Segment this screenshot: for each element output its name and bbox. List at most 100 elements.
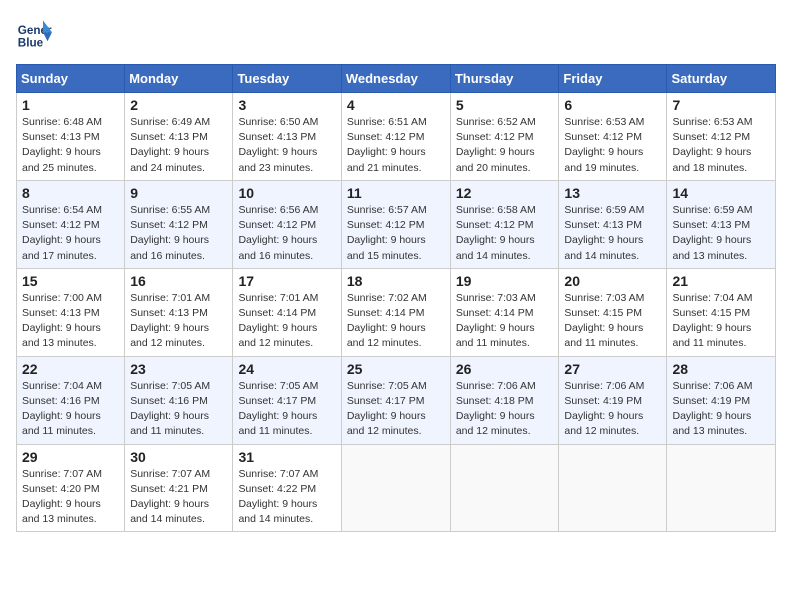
day-number: 8 [22, 185, 119, 201]
calendar-cell: 25 Sunrise: 7:05 AMSunset: 4:17 PMDaylig… [341, 356, 450, 444]
day-info: Sunrise: 6:58 AMSunset: 4:12 PMDaylight:… [456, 203, 554, 264]
day-info: Sunrise: 6:59 AMSunset: 4:13 PMDaylight:… [672, 203, 770, 264]
weekday-header-friday: Friday [559, 65, 667, 93]
calendar-cell: 13 Sunrise: 6:59 AMSunset: 4:13 PMDaylig… [559, 180, 667, 268]
day-number: 25 [347, 361, 445, 377]
day-info: Sunrise: 7:05 AMSunset: 4:16 PMDaylight:… [130, 379, 227, 440]
day-info: Sunrise: 6:53 AMSunset: 4:12 PMDaylight:… [564, 115, 661, 176]
day-info: Sunrise: 7:07 AMSunset: 4:22 PMDaylight:… [238, 467, 335, 528]
calendar-cell: 26 Sunrise: 7:06 AMSunset: 4:18 PMDaylig… [450, 356, 559, 444]
calendar-cell: 3 Sunrise: 6:50 AMSunset: 4:13 PMDayligh… [233, 93, 341, 181]
calendar-cell: 24 Sunrise: 7:05 AMSunset: 4:17 PMDaylig… [233, 356, 341, 444]
weekday-header-tuesday: Tuesday [233, 65, 341, 93]
calendar-cell: 27 Sunrise: 7:06 AMSunset: 4:19 PMDaylig… [559, 356, 667, 444]
calendar-cell: 10 Sunrise: 6:56 AMSunset: 4:12 PMDaylig… [233, 180, 341, 268]
calendar-cell: 20 Sunrise: 7:03 AMSunset: 4:15 PMDaylig… [559, 268, 667, 356]
day-number: 11 [347, 185, 445, 201]
calendar-cell: 22 Sunrise: 7:04 AMSunset: 4:16 PMDaylig… [17, 356, 125, 444]
weekday-header-sunday: Sunday [17, 65, 125, 93]
weekday-header-monday: Monday [125, 65, 233, 93]
day-info: Sunrise: 7:06 AMSunset: 4:19 PMDaylight:… [564, 379, 661, 440]
day-info: Sunrise: 7:07 AMSunset: 4:20 PMDaylight:… [22, 467, 119, 528]
logo-icon: General Blue [16, 16, 52, 52]
day-number: 2 [130, 97, 227, 113]
day-number: 19 [456, 273, 554, 289]
calendar-week-5: 29 Sunrise: 7:07 AMSunset: 4:20 PMDaylig… [17, 444, 776, 532]
day-info: Sunrise: 7:01 AMSunset: 4:13 PMDaylight:… [130, 291, 227, 352]
calendar-cell: 2 Sunrise: 6:49 AMSunset: 4:13 PMDayligh… [125, 93, 233, 181]
calendar-cell: 11 Sunrise: 6:57 AMSunset: 4:12 PMDaylig… [341, 180, 450, 268]
day-info: Sunrise: 6:50 AMSunset: 4:13 PMDaylight:… [238, 115, 335, 176]
calendar-cell: 16 Sunrise: 7:01 AMSunset: 4:13 PMDaylig… [125, 268, 233, 356]
calendar-cell [341, 444, 450, 532]
day-info: Sunrise: 6:56 AMSunset: 4:12 PMDaylight:… [238, 203, 335, 264]
weekday-header-wednesday: Wednesday [341, 65, 450, 93]
day-number: 1 [22, 97, 119, 113]
calendar-cell: 21 Sunrise: 7:04 AMSunset: 4:15 PMDaylig… [667, 268, 776, 356]
calendar-week-2: 8 Sunrise: 6:54 AMSunset: 4:12 PMDayligh… [17, 180, 776, 268]
day-info: Sunrise: 7:04 AMSunset: 4:15 PMDaylight:… [672, 291, 770, 352]
calendar-week-3: 15 Sunrise: 7:00 AMSunset: 4:13 PMDaylig… [17, 268, 776, 356]
day-info: Sunrise: 6:54 AMSunset: 4:12 PMDaylight:… [22, 203, 119, 264]
calendar-cell: 1 Sunrise: 6:48 AMSunset: 4:13 PMDayligh… [17, 93, 125, 181]
calendar-week-4: 22 Sunrise: 7:04 AMSunset: 4:16 PMDaylig… [17, 356, 776, 444]
day-info: Sunrise: 7:04 AMSunset: 4:16 PMDaylight:… [22, 379, 119, 440]
day-number: 28 [672, 361, 770, 377]
day-number: 17 [238, 273, 335, 289]
calendar-cell [667, 444, 776, 532]
calendar-cell: 9 Sunrise: 6:55 AMSunset: 4:12 PMDayligh… [125, 180, 233, 268]
day-number: 16 [130, 273, 227, 289]
logo: General Blue [16, 16, 56, 52]
calendar-cell: 5 Sunrise: 6:52 AMSunset: 4:12 PMDayligh… [450, 93, 559, 181]
day-number: 14 [672, 185, 770, 201]
day-number: 29 [22, 449, 119, 465]
calendar-cell: 4 Sunrise: 6:51 AMSunset: 4:12 PMDayligh… [341, 93, 450, 181]
calendar-cell: 23 Sunrise: 7:05 AMSunset: 4:16 PMDaylig… [125, 356, 233, 444]
day-number: 31 [238, 449, 335, 465]
calendar-cell [559, 444, 667, 532]
day-number: 23 [130, 361, 227, 377]
calendar-cell: 12 Sunrise: 6:58 AMSunset: 4:12 PMDaylig… [450, 180, 559, 268]
day-number: 12 [456, 185, 554, 201]
weekday-header-thursday: Thursday [450, 65, 559, 93]
calendar-cell: 29 Sunrise: 7:07 AMSunset: 4:20 PMDaylig… [17, 444, 125, 532]
weekday-header-saturday: Saturday [667, 65, 776, 93]
calendar-week-1: 1 Sunrise: 6:48 AMSunset: 4:13 PMDayligh… [17, 93, 776, 181]
day-number: 21 [672, 273, 770, 289]
day-info: Sunrise: 7:06 AMSunset: 4:19 PMDaylight:… [672, 379, 770, 440]
weekday-header-row: SundayMondayTuesdayWednesdayThursdayFrid… [17, 65, 776, 93]
day-info: Sunrise: 6:57 AMSunset: 4:12 PMDaylight:… [347, 203, 445, 264]
day-number: 9 [130, 185, 227, 201]
calendar-cell: 17 Sunrise: 7:01 AMSunset: 4:14 PMDaylig… [233, 268, 341, 356]
calendar-cell: 8 Sunrise: 6:54 AMSunset: 4:12 PMDayligh… [17, 180, 125, 268]
day-info: Sunrise: 7:05 AMSunset: 4:17 PMDaylight:… [238, 379, 335, 440]
day-number: 3 [238, 97, 335, 113]
calendar-cell: 18 Sunrise: 7:02 AMSunset: 4:14 PMDaylig… [341, 268, 450, 356]
day-number: 20 [564, 273, 661, 289]
day-info: Sunrise: 7:01 AMSunset: 4:14 PMDaylight:… [238, 291, 335, 352]
day-info: Sunrise: 6:55 AMSunset: 4:12 PMDaylight:… [130, 203, 227, 264]
day-number: 24 [238, 361, 335, 377]
calendar-cell [450, 444, 559, 532]
day-info: Sunrise: 6:53 AMSunset: 4:12 PMDaylight:… [672, 115, 770, 176]
calendar-cell: 31 Sunrise: 7:07 AMSunset: 4:22 PMDaylig… [233, 444, 341, 532]
day-number: 27 [564, 361, 661, 377]
day-info: Sunrise: 7:07 AMSunset: 4:21 PMDaylight:… [130, 467, 227, 528]
day-number: 6 [564, 97, 661, 113]
day-number: 30 [130, 449, 227, 465]
day-info: Sunrise: 6:48 AMSunset: 4:13 PMDaylight:… [22, 115, 119, 176]
day-number: 26 [456, 361, 554, 377]
day-info: Sunrise: 7:06 AMSunset: 4:18 PMDaylight:… [456, 379, 554, 440]
calendar-table: SundayMondayTuesdayWednesdayThursdayFrid… [16, 64, 776, 532]
day-info: Sunrise: 7:02 AMSunset: 4:14 PMDaylight:… [347, 291, 445, 352]
day-info: Sunrise: 6:51 AMSunset: 4:12 PMDaylight:… [347, 115, 445, 176]
day-info: Sunrise: 7:03 AMSunset: 4:15 PMDaylight:… [564, 291, 661, 352]
calendar-cell: 30 Sunrise: 7:07 AMSunset: 4:21 PMDaylig… [125, 444, 233, 532]
day-number: 15 [22, 273, 119, 289]
day-number: 10 [238, 185, 335, 201]
day-info: Sunrise: 7:03 AMSunset: 4:14 PMDaylight:… [456, 291, 554, 352]
day-number: 5 [456, 97, 554, 113]
calendar-cell: 14 Sunrise: 6:59 AMSunset: 4:13 PMDaylig… [667, 180, 776, 268]
day-info: Sunrise: 6:49 AMSunset: 4:13 PMDaylight:… [130, 115, 227, 176]
day-info: Sunrise: 6:52 AMSunset: 4:12 PMDaylight:… [456, 115, 554, 176]
